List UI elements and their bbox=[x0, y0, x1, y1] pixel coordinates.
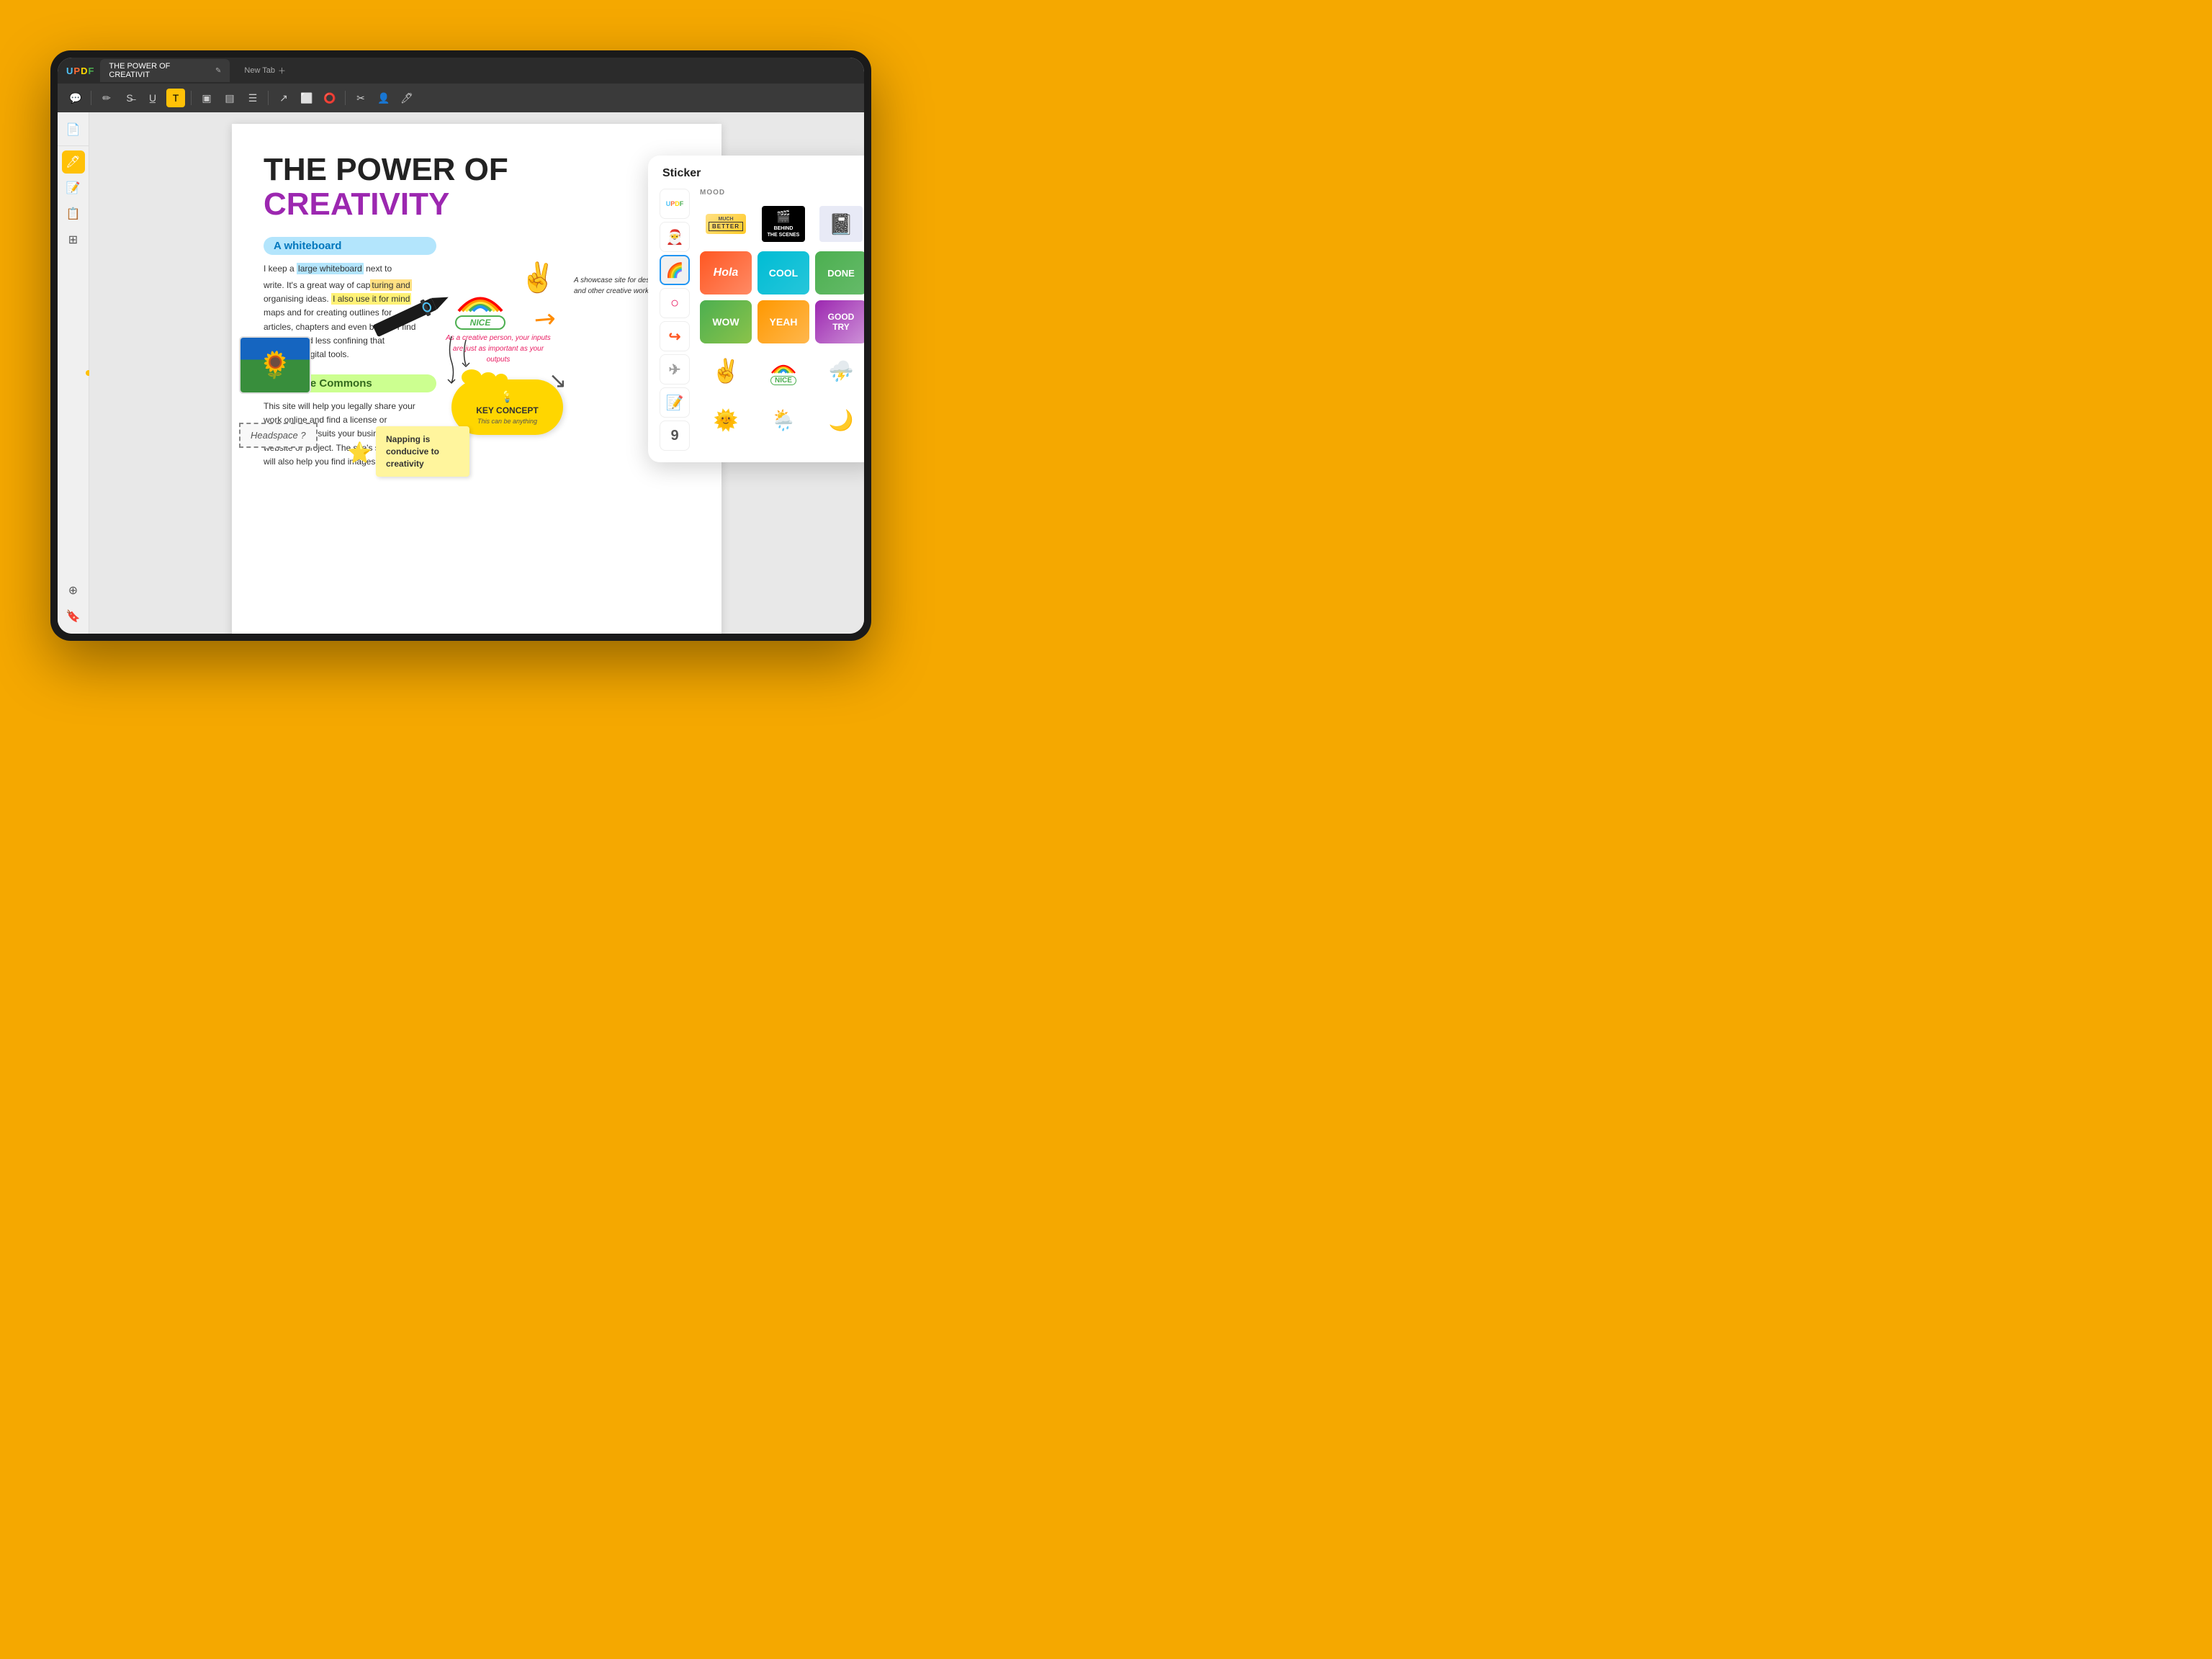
highlight-large-whiteboard: large whiteboard bbox=[297, 263, 364, 274]
headspace-label: Headspace ? bbox=[251, 430, 306, 441]
active-tab[interactable]: THE POWER OF CREATIVIT ✎ bbox=[100, 59, 230, 82]
new-tab[interactable]: New Tab ＋ bbox=[235, 62, 295, 79]
sticker-cat-hat[interactable]: 🎅 bbox=[660, 222, 690, 252]
text-t-icon[interactable]: T bbox=[166, 89, 185, 107]
sidebar-editnote-icon[interactable]: 📝 bbox=[62, 176, 85, 199]
sticker-much-better[interactable]: MUCH BETTER bbox=[700, 202, 752, 246]
key-concept-sub: This can be anything bbox=[464, 418, 550, 425]
crop-icon[interactable]: ✂ bbox=[351, 89, 370, 107]
star-element: ⭐ bbox=[347, 441, 372, 464]
sticker-cat-circle[interactable]: ○ bbox=[660, 288, 690, 318]
sticker-cat-arrow[interactable]: ↪ bbox=[660, 321, 690, 351]
toolbar-divider-4 bbox=[345, 91, 346, 105]
nice-label: NICE bbox=[455, 315, 505, 330]
sticker-cool[interactable]: COOL bbox=[757, 251, 809, 295]
hand-drawn-lines bbox=[430, 333, 473, 392]
curly-lines-svg bbox=[430, 333, 473, 390]
peace-sticker: ✌️ bbox=[520, 261, 556, 295]
doc-title-main: THE POWER OF bbox=[264, 153, 690, 187]
sidebar-copy-icon[interactable]: 📋 bbox=[62, 202, 85, 225]
sticker-panel: Sticker UPDF 🎅 bbox=[648, 156, 864, 462]
updf-logo: UPDF bbox=[66, 66, 94, 76]
arrow-tool-icon[interactable]: ↗ bbox=[274, 89, 293, 107]
napping-note: Napping is conducive to creativity bbox=[376, 426, 469, 477]
sticker-section-label: MOOD bbox=[700, 189, 864, 197]
sidebar-highlight-icon[interactable]: 🖊 bbox=[62, 150, 85, 174]
sticker-notepad[interactable]: 📓 bbox=[815, 202, 864, 246]
strikethrough-icon[interactable]: S̶ bbox=[120, 89, 139, 107]
lasso-icon[interactable]: ⭕ bbox=[320, 89, 339, 107]
underline-icon[interactable]: U̲ bbox=[143, 89, 162, 107]
sticker-cat-updf[interactable]: UPDF bbox=[660, 189, 690, 219]
section1-text: I keep a large whiteboard next to bbox=[264, 262, 436, 276]
sticker-cat-9[interactable]: 9 bbox=[660, 421, 690, 451]
highlight-icon[interactable]: 🖊 bbox=[397, 89, 416, 107]
user-icon[interactable]: 👤 bbox=[374, 89, 393, 107]
sticker-wow[interactable]: WOW bbox=[700, 300, 752, 343]
text-box-icon[interactable]: ▣ bbox=[197, 89, 216, 107]
sidebar-book-icon[interactable]: 📄 bbox=[62, 118, 85, 141]
bulb-icon: 💡 bbox=[464, 390, 550, 404]
comment-icon[interactable]: 💬 bbox=[66, 89, 85, 107]
section1-tag: A whiteboard bbox=[264, 237, 436, 255]
toolbar: 💬 ✏ S̶ U̲ T ▣ ▤ ☰ ↗ ⬜ ⭕ ✂ 👤 🖊 bbox=[58, 84, 864, 112]
left-sidebar: 📄 🖊 📝 📋 ⊞ ⊕ 🔖 bbox=[58, 112, 89, 634]
title-bar: UPDF THE POWER OF CREATIVIT ✎ New Tab ＋ bbox=[58, 58, 864, 84]
nice-sticker: NICE bbox=[455, 282, 505, 330]
active-tab-label: THE POWER OF CREATIVIT bbox=[109, 62, 211, 79]
sticker-good-try[interactable]: GOODTRY bbox=[815, 300, 864, 343]
main-area: 📄 🖊 📝 📋 ⊞ ⊕ 🔖 THE POWER OF CREATIVITY bbox=[58, 112, 864, 634]
sidebar-layers-icon[interactable]: ⊞ bbox=[62, 228, 85, 251]
sunflower-image: 🌻 bbox=[239, 336, 311, 394]
sticker-rain-cloud[interactable]: 🌦️ bbox=[757, 398, 809, 441]
sticker-grid-area: MOOD MUCH BETTER bbox=[700, 189, 864, 451]
sticker-grid: MUCH BETTER 🎬 BEHINDTHE SCENES bbox=[700, 202, 864, 441]
sticker-hola[interactable]: Hola bbox=[700, 251, 752, 295]
shape-icon[interactable]: ⬜ bbox=[297, 89, 316, 107]
sticker-thunder-cloud[interactable]: ⛈️ bbox=[815, 349, 864, 392]
sidebar-bottom: ⊕ 🔖 bbox=[62, 579, 85, 628]
sticker-categories: UPDF 🎅 🌈 ○ ↪ ✈ bbox=[660, 189, 694, 451]
sticker-behind-scenes[interactable]: 🎬 BEHINDTHE SCENES bbox=[757, 202, 809, 246]
showcase-text: A showcase site for design and other cre… bbox=[574, 275, 660, 297]
tablet-screen: UPDF THE POWER OF CREATIVIT ✎ New Tab ＋ … bbox=[58, 58, 864, 634]
sidebar-bookmark-icon[interactable]: 🔖 bbox=[62, 605, 85, 628]
sticker-yeah[interactable]: YEAH bbox=[757, 300, 809, 343]
text-cols-icon[interactable]: ▤ bbox=[220, 89, 239, 107]
sticker-cat-plane[interactable]: ✈ bbox=[660, 354, 690, 385]
list-icon[interactable]: ☰ bbox=[243, 89, 262, 107]
headspace-box: Headspace ? bbox=[239, 423, 318, 448]
pencil-icon[interactable]: ✏ bbox=[97, 89, 116, 107]
toolbar-divider-2 bbox=[191, 91, 192, 105]
sticker-cat-note[interactable]: 📝 bbox=[660, 387, 690, 418]
new-tab-label: New Tab bbox=[244, 66, 275, 75]
edit-icon: ✎ bbox=[215, 67, 221, 75]
sticker-panel-inner: UPDF 🎅 🌈 ○ ↪ ✈ bbox=[660, 189, 864, 451]
sticker-nice-rainbow[interactable]: NICE bbox=[757, 349, 809, 392]
doc-title-creativity: CREATIVITY bbox=[264, 187, 690, 222]
document-area: THE POWER OF CREATIVITY A whiteboard I k… bbox=[89, 112, 864, 634]
add-tab-icon: ＋ bbox=[278, 65, 286, 76]
sticker-cat-rainbow[interactable]: 🌈 bbox=[660, 255, 690, 285]
key-concept-title: KEY CONCEPT bbox=[464, 405, 550, 415]
sunflower-inner: 🌻 bbox=[240, 338, 310, 392]
sticker-done[interactable]: DONE bbox=[815, 251, 864, 295]
tablet-frame: UPDF THE POWER OF CREATIVIT ✎ New Tab ＋ … bbox=[50, 50, 871, 641]
sticker-panel-title: Sticker bbox=[660, 167, 864, 180]
sticker-sun-face[interactable]: 🌞 bbox=[700, 398, 752, 441]
rainbow-svg bbox=[455, 282, 505, 315]
toolbar-divider-3 bbox=[268, 91, 269, 105]
sticker-peace-hand[interactable]: ✌️ bbox=[700, 349, 752, 392]
sticker-moon[interactable]: 🌙 bbox=[815, 398, 864, 441]
highlight-also-use: I also use it for mind bbox=[331, 293, 411, 305]
sidebar-layers2-icon[interactable]: ⊕ bbox=[62, 579, 85, 602]
